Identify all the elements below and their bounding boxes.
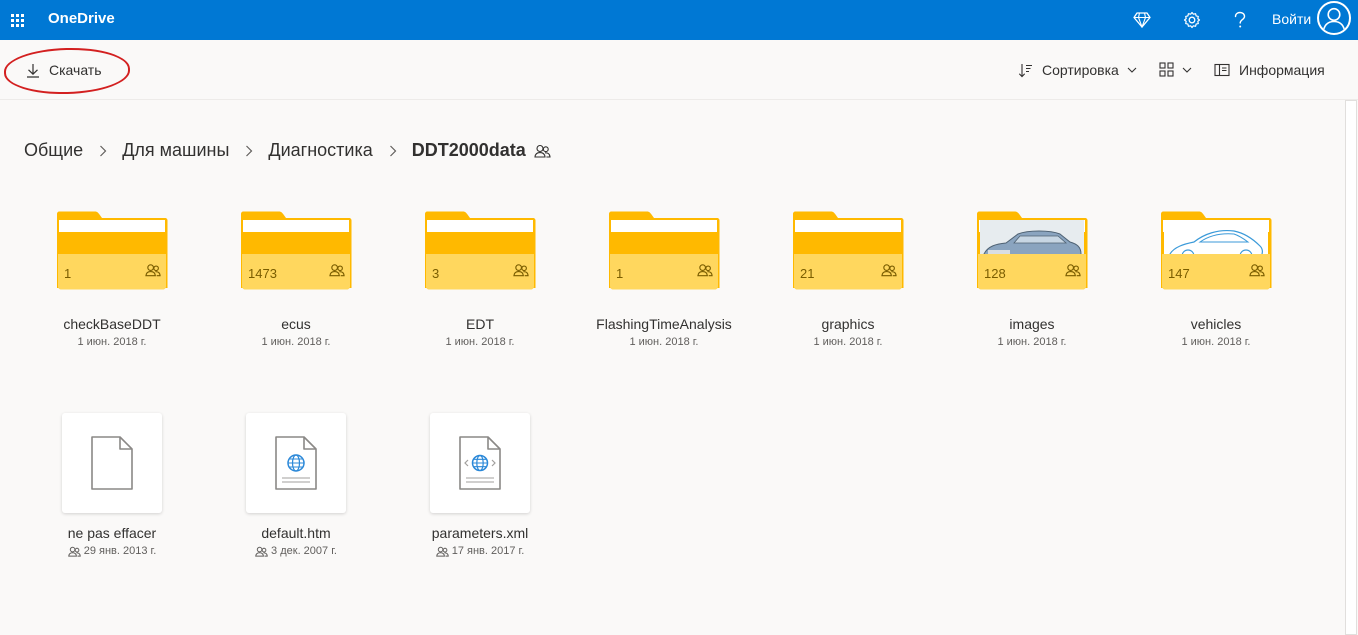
folder-name[interactable]: vehicles	[1146, 316, 1286, 332]
folder-modified-date: 1 июн. 2018 г.	[629, 336, 699, 348]
chevron-right-icon	[245, 145, 253, 157]
folder-item-count: 3	[432, 266, 440, 281]
folder-name[interactable]: graphics	[778, 316, 918, 332]
folder-icon: 147	[1159, 210, 1273, 292]
shared-people-icon	[329, 263, 345, 282]
folder-icon: 1473	[239, 210, 353, 292]
breadcrumb-item-for-car[interactable]: Для машины	[122, 140, 229, 161]
folder-item-count: 147	[1168, 266, 1190, 281]
folder-icon: 1	[55, 210, 169, 292]
file-tile-parameters-xml[interactable]: parameters.xml 17 янв. 2017 г.	[410, 413, 550, 557]
folder-icon: 128	[975, 210, 1089, 292]
info-label: Информация	[1239, 62, 1325, 78]
scrollbar-thumb[interactable]	[1345, 100, 1357, 635]
premium-button[interactable]	[1130, 8, 1154, 32]
person-icon	[1322, 7, 1346, 33]
folder-tile-flashingtimeanalysis[interactable]: 1 FlashingTimeAnalysis 1 июн. 2018 г.	[594, 210, 734, 348]
folder-item-count: 1	[616, 266, 624, 281]
file-name[interactable]: parameters.xml	[410, 525, 550, 541]
shared-people-icon	[697, 263, 713, 282]
shared-people-icon	[67, 546, 81, 557]
gear-icon	[1183, 11, 1201, 29]
suite-header: OneDrive Войти	[0, 0, 1358, 40]
sign-in-link[interactable]: Войти	[1272, 11, 1311, 27]
file-tile-default-htm[interactable]: default.htm 3 дек. 2007 г.	[226, 413, 366, 557]
html-file-icon	[275, 436, 317, 490]
breadcrumb-item-shared[interactable]: Общие	[24, 140, 83, 161]
folder-modified-date: 1 июн. 2018 г.	[997, 336, 1067, 348]
help-button[interactable]	[1228, 8, 1252, 32]
breadcrumb-current-folder: DDT2000data	[411, 140, 526, 160]
app-launcher-button[interactable]	[0, 0, 34, 40]
shared-people-icon	[1249, 263, 1265, 282]
folder-tile-ecus[interactable]: 1473 ecus 1 июн. 2018 г.	[226, 210, 366, 348]
folder-tile-vehicles[interactable]: 147 vehicles 1 июн. 2018 г.	[1146, 210, 1286, 348]
shared-people-icon	[145, 263, 161, 282]
folder-tile-images[interactable]: 128 images 1 июн. 2018 г.	[962, 210, 1102, 348]
folder-tile-checkbaseddt[interactable]: 1 checkBaseDDT 1 июн. 2018 г.	[42, 210, 182, 348]
diamond-icon	[1133, 12, 1151, 28]
folder-modified-date: 1 июн. 2018 г.	[261, 336, 331, 348]
folder-tile-graphics[interactable]: 21 graphics 1 июн. 2018 г.	[778, 210, 918, 348]
file-modified-date: 17 янв. 2017 г.	[410, 545, 550, 557]
breadcrumb: Общие Для машины Диагностика DDT2000data	[24, 140, 551, 161]
shared-people-icon	[534, 144, 551, 158]
info-pane-icon	[1214, 63, 1230, 77]
folder-icon: 3	[423, 210, 537, 292]
shared-people-icon	[881, 263, 897, 282]
generic-file-icon	[91, 436, 133, 490]
chevron-down-icon	[1182, 67, 1192, 73]
info-pane-button[interactable]: Информация	[1214, 62, 1325, 78]
folder-icon: 1	[607, 210, 721, 292]
folder-name[interactable]: FlashingTimeAnalysis	[594, 316, 734, 332]
waffle-icon	[10, 13, 24, 27]
folder-icon: 21	[791, 210, 905, 292]
shared-people-icon	[1065, 263, 1081, 282]
folder-modified-date: 1 июн. 2018 г.	[445, 336, 515, 348]
file-date-text: 3 дек. 2007 г.	[271, 545, 337, 557]
chevron-down-icon	[1127, 67, 1137, 73]
shared-people-icon	[513, 263, 529, 282]
folder-modified-date: 1 июн. 2018 г.	[813, 336, 883, 348]
account-avatar-button[interactable]	[1317, 1, 1351, 35]
settings-button[interactable]	[1180, 8, 1204, 32]
file-thumbnail	[246, 413, 346, 513]
folder-item-count: 1473	[248, 266, 277, 281]
file-name[interactable]: ne pas effacer	[42, 525, 182, 541]
shared-people-icon	[255, 546, 268, 557]
folder-name[interactable]: ecus	[226, 316, 366, 332]
folder-item-count: 128	[984, 266, 1006, 281]
sort-label: Сортировка	[1042, 62, 1119, 78]
folder-modified-date: 1 июн. 2018 г.	[77, 336, 147, 348]
folder-tile-edt[interactable]: 3 EDT 1 июн. 2018 г.	[410, 210, 550, 348]
folder-item-count: 1	[64, 266, 72, 281]
file-modified-date: 29 янв. 2013 г.	[42, 545, 182, 557]
chevron-right-icon	[99, 145, 107, 157]
breadcrumb-item-diagnostics[interactable]: Диагностика	[268, 140, 372, 161]
folder-name[interactable]: images	[962, 316, 1102, 332]
folder-name[interactable]: checkBaseDDT	[42, 316, 182, 332]
question-icon	[1234, 11, 1246, 28]
xml-file-icon	[459, 436, 501, 490]
shared-people-icon	[435, 546, 449, 557]
file-date-text: 17 янв. 2017 г.	[451, 545, 525, 557]
file-name[interactable]: default.htm	[226, 525, 366, 541]
file-thumbnail	[62, 413, 162, 513]
file-date-text: 29 янв. 2013 г.	[83, 545, 157, 557]
chevron-right-icon	[389, 145, 397, 157]
app-name[interactable]: OneDrive	[48, 10, 115, 27]
tiles-view-icon	[1159, 62, 1174, 77]
sort-icon	[1018, 63, 1032, 77]
folder-name[interactable]: EDT	[410, 316, 550, 332]
folder-modified-date: 1 июн. 2018 г.	[1181, 336, 1251, 348]
file-tile-ne-pas-effacer[interactable]: ne pas effacer 29 янв. 2013 г.	[42, 413, 182, 557]
command-bar: Скачать Сортировка Информация	[0, 40, 1358, 100]
file-modified-date: 3 дек. 2007 г.	[226, 545, 366, 557]
view-switcher-button[interactable]	[1159, 62, 1201, 77]
folder-item-count: 21	[800, 266, 815, 281]
file-thumbnail	[430, 413, 530, 513]
sort-button[interactable]: Сортировка	[1018, 62, 1146, 78]
